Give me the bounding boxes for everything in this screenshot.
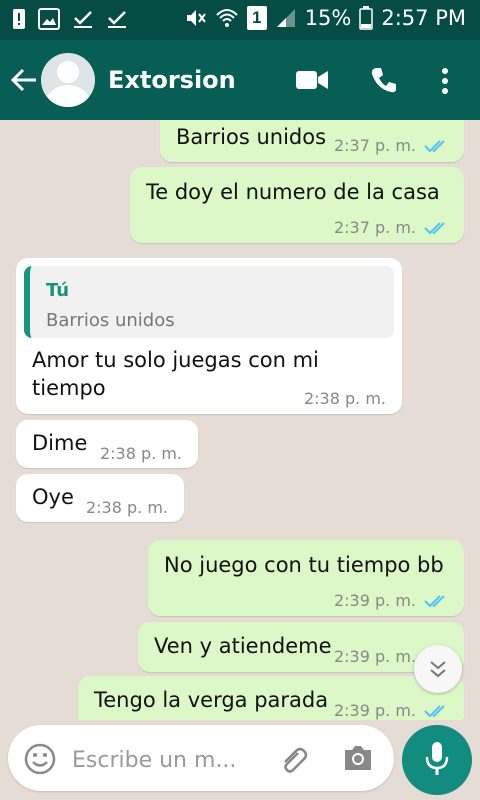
phone-icon[interactable] <box>370 66 398 94</box>
check-icon <box>74 11 92 28</box>
message-text-line: Amor tu solo juegas con mi <box>32 348 319 372</box>
clock: 2:57 PM <box>381 6 466 30</box>
read-receipt-icon <box>424 704 445 717</box>
message-time: 2:37 p. m. <box>333 136 416 155</box>
message-text: Te doy el numero de la casa <box>146 180 440 204</box>
message-incoming[interactable]: Oye 2:38 p. m. <box>16 474 184 522</box>
video-call-icon[interactable] <box>296 69 328 91</box>
chat-area[interactable]: Barrios unidos 2:37 p. m. Te doy el nume… <box>0 120 480 720</box>
battery-icon <box>359 6 374 30</box>
message-time: 2:39 p. m. <box>333 701 416 720</box>
message-outgoing[interactable]: Tengo la verga parada 2:39 p. m. <box>78 676 464 720</box>
camera-icon[interactable] <box>342 743 374 773</box>
message-meta: 2:39 p. m. <box>334 701 448 720</box>
message-incoming[interactable]: Tú Barrios unidos Amor tu solo juegas co… <box>16 258 402 414</box>
message-outgoing[interactable]: No juego con tu tiempo bb 2:39 p. m. <box>148 540 464 616</box>
more-vert-icon[interactable] <box>441 67 449 95</box>
quoted-message[interactable]: Tú Barrios unidos <box>24 266 394 338</box>
contact-name[interactable]: Extorsion <box>108 66 236 94</box>
message-time: 2:38 p. m. <box>303 389 386 408</box>
message-meta: 2:38 p. m. <box>86 498 168 517</box>
read-receipt-icon <box>424 221 445 234</box>
quote-author: Tú <box>46 280 70 301</box>
signal-icon <box>276 9 295 27</box>
read-receipt-icon <box>424 594 445 607</box>
notification-icons <box>12 8 128 30</box>
message-text: Oye <box>32 485 74 509</box>
message-text: Tengo la verga parada <box>94 688 329 712</box>
message-text: Dime <box>32 431 88 455</box>
system-icons: 1 15% 2:57 PM <box>185 6 466 30</box>
image-icon <box>38 8 60 30</box>
sim-indicator: 1 <box>246 6 267 30</box>
message-incoming[interactable]: Dime 2:38 p. m. <box>16 420 198 468</box>
message-input[interactable]: Escribe un m... <box>72 748 236 773</box>
back-arrow-icon[interactable] <box>10 66 38 94</box>
avatar[interactable] <box>41 53 95 107</box>
message-outgoing[interactable]: Barrios unidos 2:37 p. m. <box>160 120 464 162</box>
message-text-line: tiempo <box>32 376 106 400</box>
message-time: 2:39 p. m. <box>333 647 416 666</box>
message-text: Barrios unidos <box>176 125 327 149</box>
message-time: 2:38 p. m. <box>99 444 182 463</box>
quote-text: Barrios unidos <box>46 310 175 331</box>
message-time: 2:38 p. m. <box>85 498 168 517</box>
input-bar: Escribe un m... <box>0 720 480 800</box>
emoji-icon[interactable] <box>24 743 56 775</box>
message-outgoing[interactable]: Te doy el numero de la casa 2:37 p. m. <box>130 167 464 243</box>
alert-icon <box>13 9 25 29</box>
battery-percent: 15% <box>304 6 352 30</box>
mic-button[interactable] <box>402 725 472 795</box>
mic-icon <box>425 742 449 775</box>
scroll-down-button[interactable] <box>414 645 462 693</box>
message-meta: 2:39 p. m. <box>334 591 448 610</box>
status-bar: 1 15% 2:57 PM <box>0 0 480 40</box>
message-time: 2:37 p. m. <box>333 218 416 237</box>
message-text: Ven y atiendeme <box>154 634 332 658</box>
message-meta: 2:37 p. m. <box>334 218 448 237</box>
sim-number: 1 <box>251 8 262 27</box>
wifi-icon <box>215 9 238 27</box>
read-receipt-icon <box>424 139 445 152</box>
message-input-container[interactable]: Escribe un m... <box>8 725 394 791</box>
chat-header: Extorsion <box>0 40 480 120</box>
message-meta: 2:37 p. m. <box>334 136 448 155</box>
check-icon <box>108 11 126 28</box>
message-time: 2:39 p. m. <box>333 591 416 610</box>
message-meta: 2:38 p. m. <box>100 444 182 463</box>
scroll-down-icon <box>430 661 446 678</box>
attach-icon[interactable] <box>276 743 308 775</box>
mute-icon <box>186 10 206 26</box>
message-meta: 2:38 p. m. <box>304 389 386 408</box>
message-text: No juego con tu tiempo bb <box>164 553 444 577</box>
